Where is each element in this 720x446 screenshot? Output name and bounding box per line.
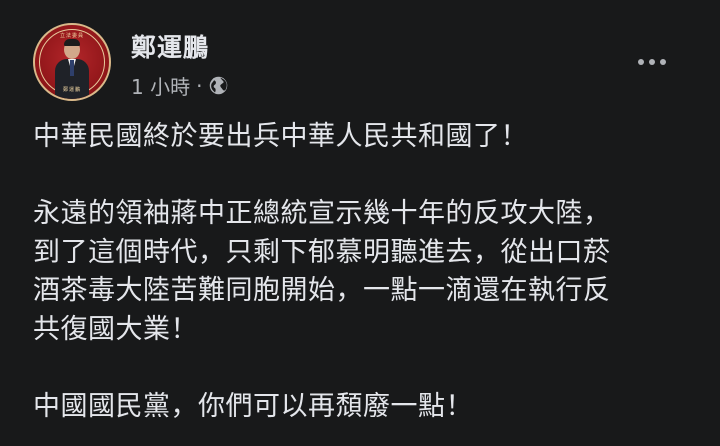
more-dot-icon [649,59,655,65]
globe-icon[interactable] [208,75,229,96]
author-avatar[interactable]: 立法委員 鄭運鵬 [33,23,111,101]
avatar-bottom-text: 鄭運鵬 [62,87,81,93]
more-dot-icon [638,59,644,65]
post-line: 酒茶毒大陸苦難同胞開始，一點一滴還在執行反 [33,275,611,306]
post-timestamp[interactable]: 1 小時 [131,71,190,100]
post-line: 永遠的領袖蔣中正總統宣示幾十年的反攻大陸， [33,198,611,229]
post-line: 共復國大業！ [33,313,198,345]
more-dot-icon [660,59,666,65]
post-body: 中華民國終於要出兵中華人民共和國了！ 永遠的領袖蔣中正總統宣示幾十年的反攻大陸，… [33,118,703,426]
post-line: 中國國民黨，你們可以再頹廢一點！ [33,390,473,422]
avatar-tie [70,60,74,76]
avatar-hair [64,39,80,46]
post-meta: 1 小時 · [131,71,229,100]
avatar-top-text: 立法委員 [59,33,84,39]
meta-separator: · [196,73,203,98]
post-line: 中華民國終於要出兵中華人民共和國了！ [33,121,528,152]
author-name[interactable]: 鄭運鵬 [131,28,209,64]
facebook-post: 立法委員 鄭運鵬 鄭運鵬 1 小時 · 中華民國終於要出兵中華人民共和國了！ 永… [0,0,720,446]
post-line: 到了這個時代，只剩下郁慕明聽進去，從出口菸 [33,236,611,268]
more-options-button[interactable] [630,48,674,76]
